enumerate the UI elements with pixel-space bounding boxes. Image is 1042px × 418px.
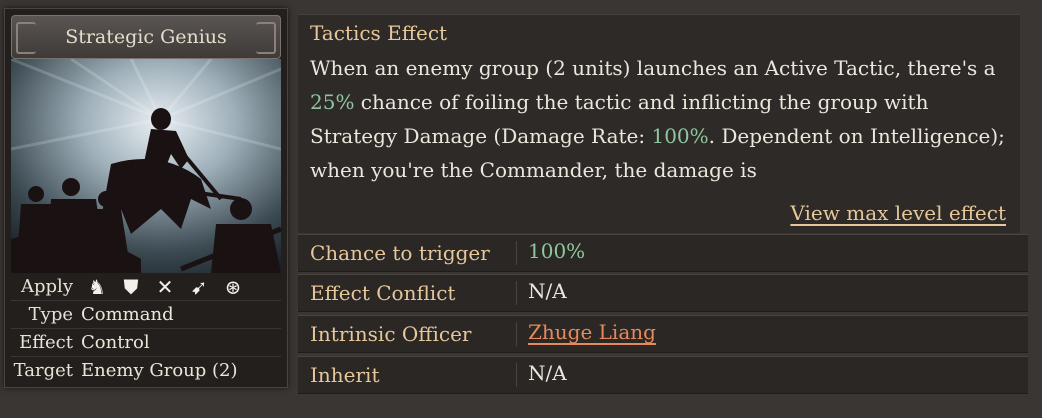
prop-key-target: Target	[13, 360, 73, 381]
stat-key-effect-conflict: Effect Conflict	[310, 281, 456, 305]
prop-key-type: Type	[28, 304, 73, 325]
apply-icons: ♞ ⛊ ✕ ➹ ⊛	[85, 275, 245, 299]
prop-key-effect: Effect	[19, 332, 73, 353]
stat-divider	[516, 322, 517, 346]
cavalry-icon: ♞	[88, 275, 106, 299]
prop-key-apply: Apply	[21, 276, 73, 297]
prop-row-type: Type Command	[11, 301, 281, 329]
prop-value-type: Command	[81, 304, 174, 325]
tactic-artwork	[11, 59, 281, 273]
card-title-bar: Strategic Genius	[11, 15, 281, 59]
spear-icon: ➹	[190, 275, 208, 299]
stat-divider	[516, 241, 517, 265]
tactics-effect-description[interactable]: When an enemy group (2 units) launches a…	[310, 51, 1010, 191]
prop-value-effect: Control	[81, 332, 150, 353]
shield-icon: ⛊	[123, 275, 139, 299]
intrinsic-officer-link[interactable]: Zhuge Liang	[528, 320, 656, 344]
stat-row-intrinsic-officer: Intrinsic Officer Zhuge Liang	[298, 315, 1028, 353]
stat-value-effect-conflict: N/A	[528, 279, 567, 303]
tactic-properties: Apply ♞ ⛊ ✕ ➹ ⊛ Type Command Effect Cont…	[11, 273, 281, 384]
stat-value-chance-to-trigger: 100%	[528, 239, 586, 263]
prop-row-effect: Effect Control	[11, 329, 281, 357]
stat-value-inherit: N/A	[528, 361, 567, 385]
stat-divider	[516, 363, 517, 387]
tactics-effect-title: Tactics Effect	[310, 21, 448, 45]
tactic-name: Strategic Genius	[65, 26, 227, 48]
effect-damage-rate-value: 100%	[651, 124, 709, 148]
effect-text-part-1: When an enemy group (2 units) launches a…	[310, 56, 996, 80]
stat-row-effect-conflict: Effect Conflict N/A	[298, 274, 1028, 312]
tactics-effect-panel: Tactics Effect When an enemy group (2 un…	[298, 14, 1020, 233]
tactic-card: Strategic Genius Apply ♞ ⛊ ✕ ➹ ⊛ Type Co…	[4, 8, 288, 388]
prop-row-apply: Apply ♞ ⛊ ✕ ➹ ⊛	[11, 273, 281, 301]
stat-key-inherit: Inherit	[310, 363, 380, 387]
stat-row-inherit: Inherit N/A	[298, 356, 1028, 394]
crossed-bow-icon: ✕	[156, 275, 174, 299]
stat-key-chance-to-trigger: Chance to trigger	[310, 241, 490, 265]
siege-wheel-icon: ⊛	[224, 275, 242, 299]
stat-divider	[516, 281, 517, 305]
stat-key-intrinsic-officer: Intrinsic Officer	[310, 322, 472, 346]
view-max-level-effect-link[interactable]: View max level effect	[790, 201, 1006, 225]
effect-chance-value: 25%	[310, 90, 355, 114]
prop-value-target: Enemy Group (2)	[81, 360, 238, 381]
stat-row-chance-to-trigger: Chance to trigger 100%	[298, 234, 1028, 272]
prop-row-target: Target Enemy Group (2)	[11, 357, 281, 384]
